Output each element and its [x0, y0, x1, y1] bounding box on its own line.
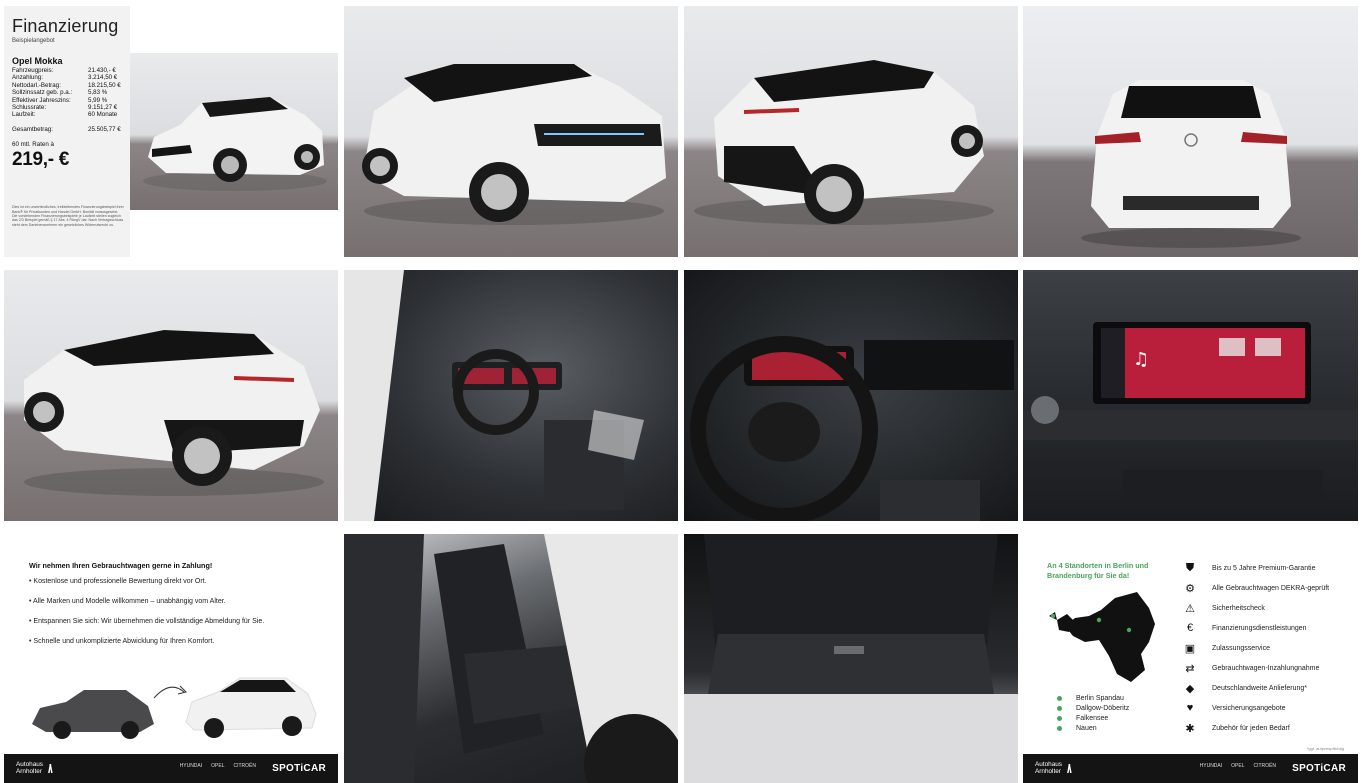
warning-triangle-icon: ⚠ [1185, 602, 1195, 615]
dealer-name: Autohaus Arnholter [16, 761, 44, 775]
finance-row: Schlussrate: 9.151,27 € [12, 104, 118, 112]
service-item: ♥ Versicherungsangebote [1183, 698, 1329, 718]
steering-wheel-photo[interactable] [684, 270, 1018, 521]
car-rear-photo[interactable] [1023, 6, 1358, 257]
rear-seats-photo[interactable] [344, 534, 678, 783]
trade-in-heading: Wir nehmen Ihren Gebrauchtwagen gerne in… [29, 561, 213, 570]
brand-logos: HYUNDAI OPEL CITROËN [1200, 763, 1276, 769]
finance-subtitle: Beispielangebot [12, 38, 55, 44]
wrench-car-icon: ⚙ [1185, 582, 1195, 595]
services-footnote: *ggf. aufpreispflichtig [1306, 746, 1344, 751]
dealer-logo: /\ [1067, 762, 1071, 776]
trade-in-icon: ⇄ [1185, 662, 1195, 675]
locations-heading: An 4 Standorten in Berlin und Brandenbur… [1047, 561, 1149, 580]
car-rear-left-photo[interactable] [4, 270, 338, 521]
locations-list: Berlin Spandau Dallgow-Döberitz Falkense… [1057, 693, 1129, 733]
trunk-photo[interactable] [684, 534, 1018, 783]
finance-rate-label: 60 mtl. Raten à [12, 141, 54, 149]
svg-text:♫: ♫ [1133, 349, 1149, 370]
trade-in-info-tile[interactable]: Wir nehmen Ihren Gebrauchtwagen gerne in… [4, 534, 338, 783]
finance-row: Sollzinssatz geb. p.a.: 5,83 % [12, 89, 108, 97]
services-list: ⛊ Bis zu 5 Jahre Premium-Garantie ⚙ Alle G… [1183, 558, 1329, 738]
location-dot-icon [1057, 695, 1062, 701]
finance-row: Nettodarl.-Betrag: 18.215,50 € [12, 81, 121, 89]
locations-services-tile[interactable]: An 4 Standorten in Berlin und Brandenbur… [1023, 534, 1358, 783]
germany-map-icon: ◆ [1185, 682, 1195, 695]
finance-model: Opel Mokka [12, 56, 63, 66]
car-registration-icon: ▣ [1184, 642, 1196, 655]
list-item: Kostenlose und professionelle Bewertung … [29, 578, 264, 598]
service-item: ▣ Zulassungsservice [1184, 642, 1270, 655]
location-item: Falkensee [1057, 713, 1129, 723]
citroen-logo-icon: CITROËN [233, 763, 257, 769]
service-item: ⚠ Sicherheitscheck [1183, 598, 1329, 618]
spoticar-logo: SPOTiCAR [1292, 763, 1346, 774]
dealer-logo: /\ [48, 762, 52, 776]
citroen-logo-icon: CITROËN [1253, 763, 1277, 769]
trade-in-list: Kostenlose und professionelle Bewertung … [29, 578, 264, 658]
infotainment-screen-photo[interactable]: ♫ [1023, 270, 1358, 521]
finance-row: Laufzeit: 60 Monate [12, 111, 118, 119]
trade-in-cars-illustration [32, 677, 317, 739]
service-item: ✱ Zubehör für jeden Bedarf [1183, 718, 1329, 738]
location-item: Dallgow-Döberitz [1057, 703, 1129, 713]
location-item: Nauen [1057, 723, 1129, 733]
opel-logo-icon: OPEL [1231, 763, 1245, 769]
hyundai-logo-icon: HYUNDAI [1199, 763, 1223, 769]
dealer-name: Autohaus Arnholter [1035, 761, 1063, 775]
location-dot-icon [1057, 725, 1062, 731]
car-front-three-quarter-photo [130, 53, 338, 210]
interior-driver-door-photo[interactable] [344, 270, 678, 521]
location-item: Berlin Spandau [1057, 693, 1129, 703]
service-item: ⛊ Bis zu 5 Jahre Premium-Garantie [1183, 558, 1329, 578]
finance-title: Finanzierung [12, 16, 119, 36]
finance-offer-tile[interactable]: Finanzierung Beispielangebot Opel Mokka … [4, 6, 338, 257]
brand-logos: HYUNDAI OPEL CITROËN [180, 763, 256, 769]
spoticar-logo: SPOTiCAR [272, 763, 326, 774]
shield-check-icon: ⛊ [1185, 561, 1195, 574]
finance-total-row: Gesamtbetrag: 25.505,77 € [12, 125, 121, 133]
finance-icon: € [1186, 622, 1194, 634]
dealer-footer: Autohaus Arnholter /\ HYUNDAI OPEL CITROË… [4, 754, 338, 783]
service-item: ⚙ Alle Gebrauchtwagen DEKRA-geprüft [1183, 578, 1329, 598]
list-item: Alle Marken und Modelle willkommen – una… [29, 598, 264, 618]
finance-table: Fahrzeugpreis: 21.430,- € Anzahlung: 3.214… [12, 67, 126, 133]
finance-row: Fahrzeugpreis: 21.430,- € [12, 67, 116, 74]
finance-row: Effektiver Jahreszins: 5,99 % [12, 96, 108, 104]
finance-fine-print: Dies ist ein unverbindliches, freibleibe… [12, 205, 124, 227]
car-front-left-photo[interactable] [344, 6, 678, 257]
berlin-brandenburg-map-icon [1049, 592, 1155, 682]
car-rear-right-photo[interactable] [684, 6, 1018, 257]
dealer-footer: Autohaus Arnholter /\ HYUNDAI OPEL CITROË… [1023, 754, 1358, 783]
finance-rate-value: 219,- € [12, 149, 70, 171]
service-item: € Finanzierungsdienstleistungen [1183, 618, 1329, 638]
list-item: Entspannen Sie sich: Wir übernehmen die … [29, 618, 264, 638]
insurance-icon: ♥ [1186, 702, 1194, 714]
finance-panel: Finanzierung Beispielangebot Opel Mokka … [4, 6, 130, 257]
finance-row: Anzahlung: 3.214,50 € [12, 74, 118, 82]
service-item: ⇄ Gebrauchtwagen-Inzahlungnahme [1183, 658, 1329, 678]
opel-logo-icon: OPEL [211, 763, 225, 769]
hyundai-logo-icon: HYUNDAI [179, 763, 203, 769]
location-dot-icon [1057, 715, 1062, 721]
service-item: ◆ Deutschlandweite Anlieferung* [1183, 678, 1329, 698]
location-dot-icon [1057, 705, 1062, 711]
list-item: Schnelle und unkomplizierte Abwicklung f… [29, 638, 264, 658]
accessories-icon: ✱ [1185, 722, 1195, 735]
